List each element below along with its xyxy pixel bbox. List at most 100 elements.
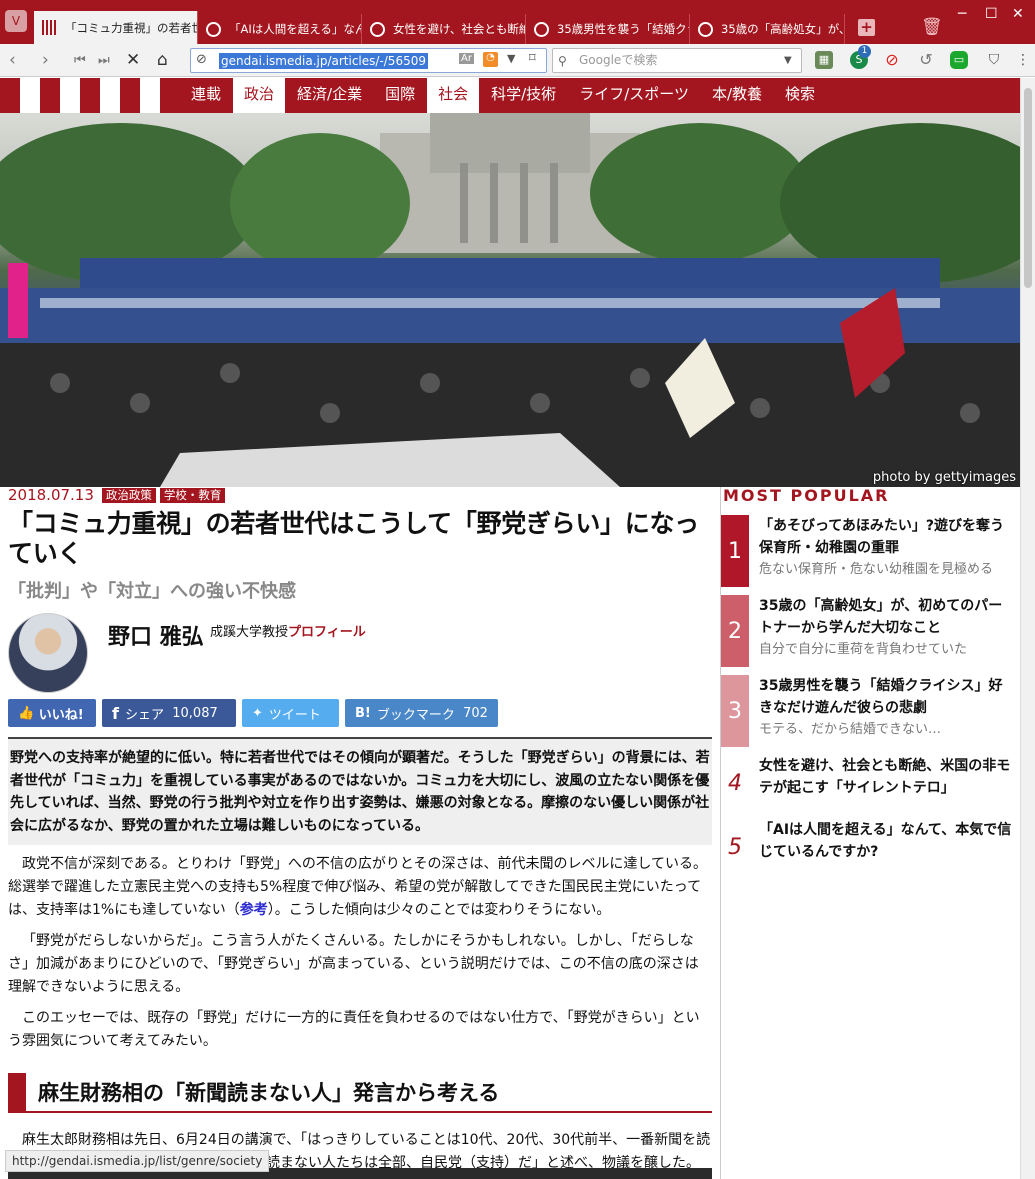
fast-forward-icon[interactable]: ⏭	[98, 53, 110, 68]
tweet-label: ツイート	[268, 707, 321, 723]
site-favicon-icon	[42, 20, 57, 35]
tag-link[interactable]: 政治政策	[101, 487, 156, 503]
scrollbar[interactable]	[1020, 78, 1035, 1179]
popular-text: 「AIは人間を超える」なんて、本気で信じているんですか?	[749, 819, 1016, 875]
forward-icon[interactable]: ›	[42, 50, 49, 70]
menu-item[interactable]: 経済/企業	[286, 78, 373, 113]
site-logo[interactable]	[20, 78, 160, 113]
popular-subtitle: 自分で自分に重荷を背負わせていた	[759, 642, 968, 657]
article-body: 政党不信が深刻である。とりわけ「野党」への不信の広がりとその深さは、前代未聞のレ…	[8, 853, 712, 1175]
popular-title[interactable]: 35歳男性を襲う「結婚クライシス」好きなだけ遊んだ彼らの悲劇	[759, 675, 1016, 719]
menu-item[interactable]: 科学/技術	[480, 78, 567, 113]
status-bar-url: http://gendai.ismedia.jp/list/genre/soci…	[5, 1150, 270, 1172]
menu-item[interactable]: 検索	[774, 78, 826, 113]
minimize-icon[interactable]: ─	[958, 6, 966, 22]
section-heading: 麻生財務相の「新聞読まない人」発言から考える	[8, 1073, 712, 1113]
facebook-share-button[interactable]: f シェア 10,087	[102, 699, 236, 727]
facebook-icon: f	[112, 703, 119, 723]
search-input[interactable]: Googleで検索	[552, 48, 802, 73]
popular-title[interactable]: 女性を避け、社会とも断絶、米国の非モテが起こす「サイレントテロ」	[759, 755, 1016, 799]
article-subtitle: 「批判」や「対立」への強い不快感	[8, 581, 296, 602]
tab[interactable]: 35歳の「高齢処女」が、初め	[690, 14, 845, 44]
block-icon[interactable]: ⊘	[883, 51, 901, 69]
menu-item[interactable]: ライフ/スポーツ	[568, 78, 700, 113]
menu-item[interactable]: 国際	[374, 78, 426, 113]
popular-text: 35歳の「高齢処女」が、初めてのパートナーから学んだ大切なこと自分で自分に重荷を…	[749, 595, 1016, 667]
hatena-bookmark-button[interactable]: B! ブックマーク 702	[345, 699, 498, 727]
popular-item[interactable]: 2 35歳の「高齢処女」が、初めてのパートナーから学んだ大切なこと自分で自分に重荷…	[721, 595, 1020, 667]
url-text[interactable]: gendai.ismedia.jp/articles/-/56509	[219, 53, 428, 69]
popular-title[interactable]: 「あそびってあほみたい」?遊びを奪う保育所・幼稚園の重罪	[759, 515, 1016, 559]
menu-item[interactable]: 政治	[233, 78, 286, 113]
home-icon[interactable]: ⌂	[157, 50, 168, 70]
browser-tab-bar: V 「コミュ力重視」の若者世代 「AIは人間を超える」なんて 女性を避け、社会と…	[0, 0, 1035, 44]
most-popular-heading: MOST POPULAR	[723, 486, 890, 505]
more-menu-icon[interactable]: ⋮	[1014, 51, 1032, 69]
rank-number: 2	[721, 595, 749, 667]
notification-badge: 1	[858, 45, 871, 58]
tab[interactable]: 「AIは人間を超える」なんて	[198, 14, 362, 44]
chat-icon[interactable]: ▭	[950, 51, 968, 69]
rank-number: 3	[721, 675, 749, 747]
author-name: 野口 雅弘	[108, 625, 204, 650]
popular-item[interactable]: 1 「あそびってあほみたい」?遊びを奪う保育所・幼稚園の重罪 危ない保育所・危ない幼…	[721, 515, 1020, 587]
rss-icon[interactable]: ◔	[483, 52, 498, 67]
popular-item[interactable]: 3 35歳男性を襲う「結婚クライシス」好きなだけ遊んだ彼らの悲劇 モテる、だから結婚…	[721, 675, 1020, 747]
bookmark-label: ブックマーク	[376, 707, 455, 723]
globe-icon	[534, 21, 549, 37]
menu-item[interactable]: 本/教養	[701, 78, 773, 113]
back-icon[interactable]: ‹	[9, 50, 16, 70]
search-engine-dropdown-icon[interactable]: ▼	[784, 55, 792, 66]
rank-number: 5	[728, 834, 742, 860]
popular-text: 女性を避け、社会とも断絶、米国の非モテが起こす「サイレントテロ」	[749, 755, 1016, 811]
search-icon: ⚲	[558, 54, 567, 68]
reference-link[interactable]: 参考	[240, 902, 268, 918]
tab[interactable]: 女性を避け、社会とも断絶	[362, 14, 526, 44]
close-icon[interactable]: ✕	[1012, 6, 1024, 22]
tag-link[interactable]: 学校・教育	[159, 487, 226, 503]
trash-icon[interactable]: 🗑	[921, 17, 943, 37]
profile-link[interactable]: プロフィール	[288, 625, 366, 640]
history-icon[interactable]: ↺	[917, 51, 935, 69]
popular-text: 35歳男性を襲う「結婚クライシス」好きなだけ遊んだ彼らの悲劇 モテる、だから結婚で…	[749, 675, 1016, 747]
tab-label: 「AIは人間を超える」なんて	[229, 22, 361, 36]
new-tab-button[interactable]: +	[858, 19, 875, 36]
popular-item[interactable]: 5 「AIは人間を超える」なんて、本気で信じているんですか?	[721, 819, 1020, 875]
popular-title[interactable]: 「AIは人間を超える」なんて、本気で信じているんですか?	[759, 819, 1016, 863]
bookmark-icon[interactable]: ⌑	[529, 51, 536, 66]
popular-title[interactable]: 35歳の「高齢処女」が、初めてのパートナーから学んだ大切なこと	[759, 595, 1016, 639]
scrollbar-thumb[interactable]	[1024, 88, 1032, 288]
photo-credit: photo by gettyimages	[872, 470, 1016, 485]
extension-icon[interactable]: ▦	[815, 51, 833, 69]
address-bar[interactable]: ⊘ gendai.ismedia.jp/articles/-/56509 Ar …	[190, 48, 547, 73]
reader-view-icon[interactable]: Ar	[459, 53, 474, 64]
hero-image: photo by gettyimages	[0, 113, 1020, 487]
like-label: いいね!	[38, 707, 84, 723]
tab-label: 35歳の「高齢処女」が、初め	[721, 22, 844, 36]
menu-item[interactable]: 社会	[427, 78, 480, 113]
tab-strip: 「コミュ力重視」の若者世代 「AIは人間を超える」なんて 女性を避け、社会とも断…	[34, 11, 845, 44]
like-button[interactable]: 👍 いいね!	[8, 699, 96, 727]
popular-text: 「あそびってあほみたい」?遊びを奪う保育所・幼稚園の重罪危ない保育所・危ない幼稚…	[749, 515, 1016, 587]
bookmark-count: 702	[463, 705, 488, 721]
tab[interactable]: 35歳男性を襲う「結婚クラ	[526, 14, 690, 44]
tweet-button[interactable]: ✦ ツイート	[242, 699, 339, 727]
article: 2018.07.13 政治政策 学校・教育 「コミュ力重視」の若者世代はこうして…	[8, 486, 712, 1175]
stop-icon[interactable]: ✕	[126, 50, 140, 70]
thumbs-up-icon: 👍	[18, 705, 39, 721]
tab-active[interactable]: 「コミュ力重視」の若者世代	[34, 11, 198, 44]
browser-menu-icon[interactable]: V	[5, 10, 27, 32]
site-info-icon[interactable]: ⊘	[196, 52, 207, 67]
popular-item[interactable]: 4 女性を避け、社会とも断絶、米国の非モテが起こす「サイレントテロ」	[721, 755, 1020, 811]
maximize-icon[interactable]: ☐	[985, 6, 998, 22]
author-affiliation-text: 成蹊大学教授	[210, 625, 289, 640]
sidebar: MOST POPULAR 1 「あそびってあほみたい」?遊びを奪う保育所・幼稚園の…	[720, 487, 1020, 1179]
menu-item[interactable]: 連載	[180, 78, 232, 113]
globe-icon	[698, 21, 713, 37]
popular-subtitle: 危ない保育所・危ない幼稚園を見極める	[759, 562, 994, 577]
facebook-share-label: シェア	[124, 707, 164, 723]
site-menu: 連載 政治 経済/企業 国際 社会 科学/技術 ライフ/スポーツ 本/教養 検索	[180, 78, 827, 113]
dropdown-icon[interactable]: ▼	[507, 52, 515, 65]
rewind-icon[interactable]: ⏮	[74, 53, 86, 68]
shield-icon[interactable]: ⛉	[985, 51, 1003, 69]
